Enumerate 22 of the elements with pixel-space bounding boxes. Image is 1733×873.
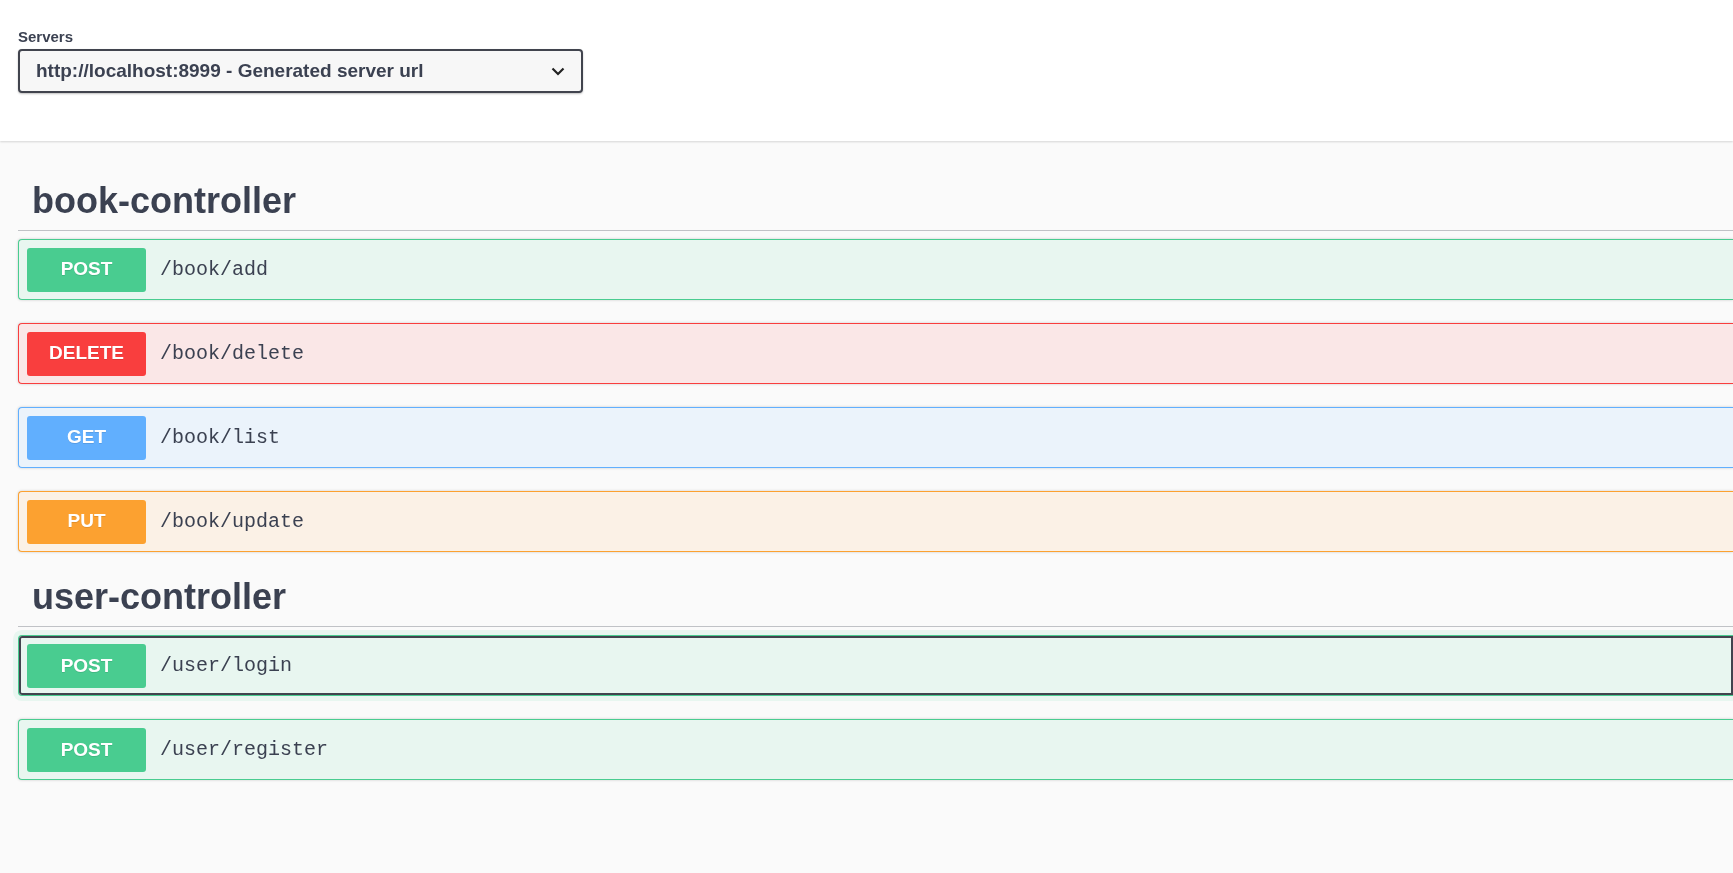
- endpoint-path: /user/register: [159, 736, 329, 763]
- endpoint-path: /book/add: [159, 256, 269, 283]
- endpoint-path: /book/list: [159, 424, 281, 451]
- endpoint-row[interactable]: GET /book/list: [18, 407, 1733, 469]
- method-badge: POST: [27, 727, 146, 772]
- endpoint-path: /user/login: [159, 652, 293, 679]
- endpoint-row[interactable]: DELETE /book/delete: [18, 323, 1733, 385]
- method-badge: DELETE: [27, 331, 146, 376]
- method-badge: GET: [27, 415, 146, 460]
- method-badge: PUT: [27, 499, 146, 544]
- servers-label: Servers: [18, 28, 75, 46]
- endpoint-row[interactable]: POST /user/register: [18, 719, 1733, 781]
- section-heading[interactable]: user-controller: [18, 575, 1733, 628]
- endpoint-path: /book/delete: [159, 340, 305, 367]
- endpoint-path: /book/update: [159, 508, 305, 535]
- chevron-down-icon: [551, 66, 565, 76]
- server-select[interactable]: http://localhost:8999 - Generated server url: [18, 49, 583, 93]
- endpoint-row[interactable]: PUT /book/update: [18, 491, 1733, 553]
- method-badge: POST: [27, 643, 146, 688]
- method-badge: POST: [27, 247, 146, 292]
- endpoint-row[interactable]: POST /book/add: [18, 239, 1733, 301]
- section-heading[interactable]: book-controller: [18, 179, 1733, 232]
